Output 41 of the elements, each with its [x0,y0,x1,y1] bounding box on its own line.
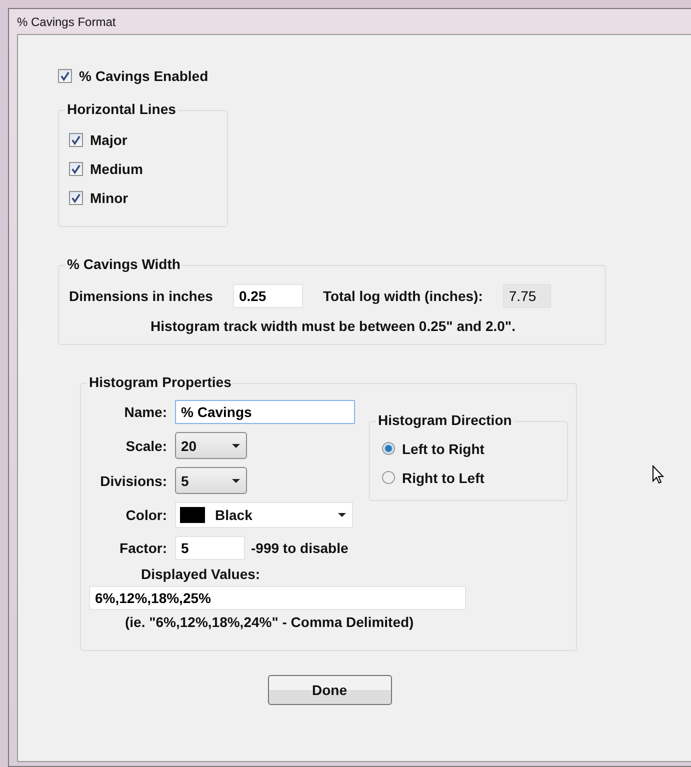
field-label: Dimensions in inches [69,288,213,304]
name-field[interactable]: % Cavings [175,400,355,424]
group-title: Horizontal Lines [65,101,178,117]
note-text: Histogram track width must be between 0.25" and 2.0". [150,318,516,334]
divisions-dropdown[interactable]: 5 [175,467,247,494]
hint-text: -999 to disable [251,540,348,556]
checkbox-label: Major [90,132,128,148]
radio-button[interactable] [382,471,395,484]
dimensions-field[interactable]: 0.25 [232,284,303,308]
group-title: % Cavings Width [65,256,182,272]
radio-button[interactable] [382,442,395,455]
checkbox[interactable] [69,190,83,204]
factor-field[interactable]: 5 [175,536,245,560]
color-dropdown[interactable]: Black [175,502,353,528]
caret-icon [232,444,240,448]
done-button[interactable]: Done [268,675,392,705]
radio-label: Left to Right [402,440,484,456]
radio-label: Right to Left [402,470,484,486]
scale-dropdown[interactable]: 20 [175,432,247,459]
total-width-field: 7.75 [502,284,551,308]
checkbox-label: Medium [90,160,143,176]
field-label: Scale: [124,438,167,454]
checkbox[interactable] [69,132,83,146]
checkbox[interactable] [58,68,72,82]
group-title: Histogram Properties [87,374,234,390]
group-title: Histogram Direction [376,412,514,428]
caret-icon [338,513,346,517]
field-label: Factor: [118,540,167,556]
field-label: Displayed Values: [141,566,262,582]
pointer-icon [652,465,664,484]
field-label: Color: [124,507,167,523]
checkbox-label: Minor [90,190,128,206]
field-label: Divisions: [99,472,167,488]
checkbox[interactable] [69,162,83,176]
window-title: % Cavings Format [17,14,116,28]
hint-text: (ie. "6%,12%,18%,24%" - Comma Delimited) [125,614,415,630]
field-label: Name: [123,404,167,420]
field-label: Total log width (inches): [322,288,483,304]
checkbox-label: % Cavings Enabled [79,68,208,84]
caret-icon [232,478,240,482]
displayed-values-field[interactable]: 6%,12%,18%,25% [89,586,466,610]
